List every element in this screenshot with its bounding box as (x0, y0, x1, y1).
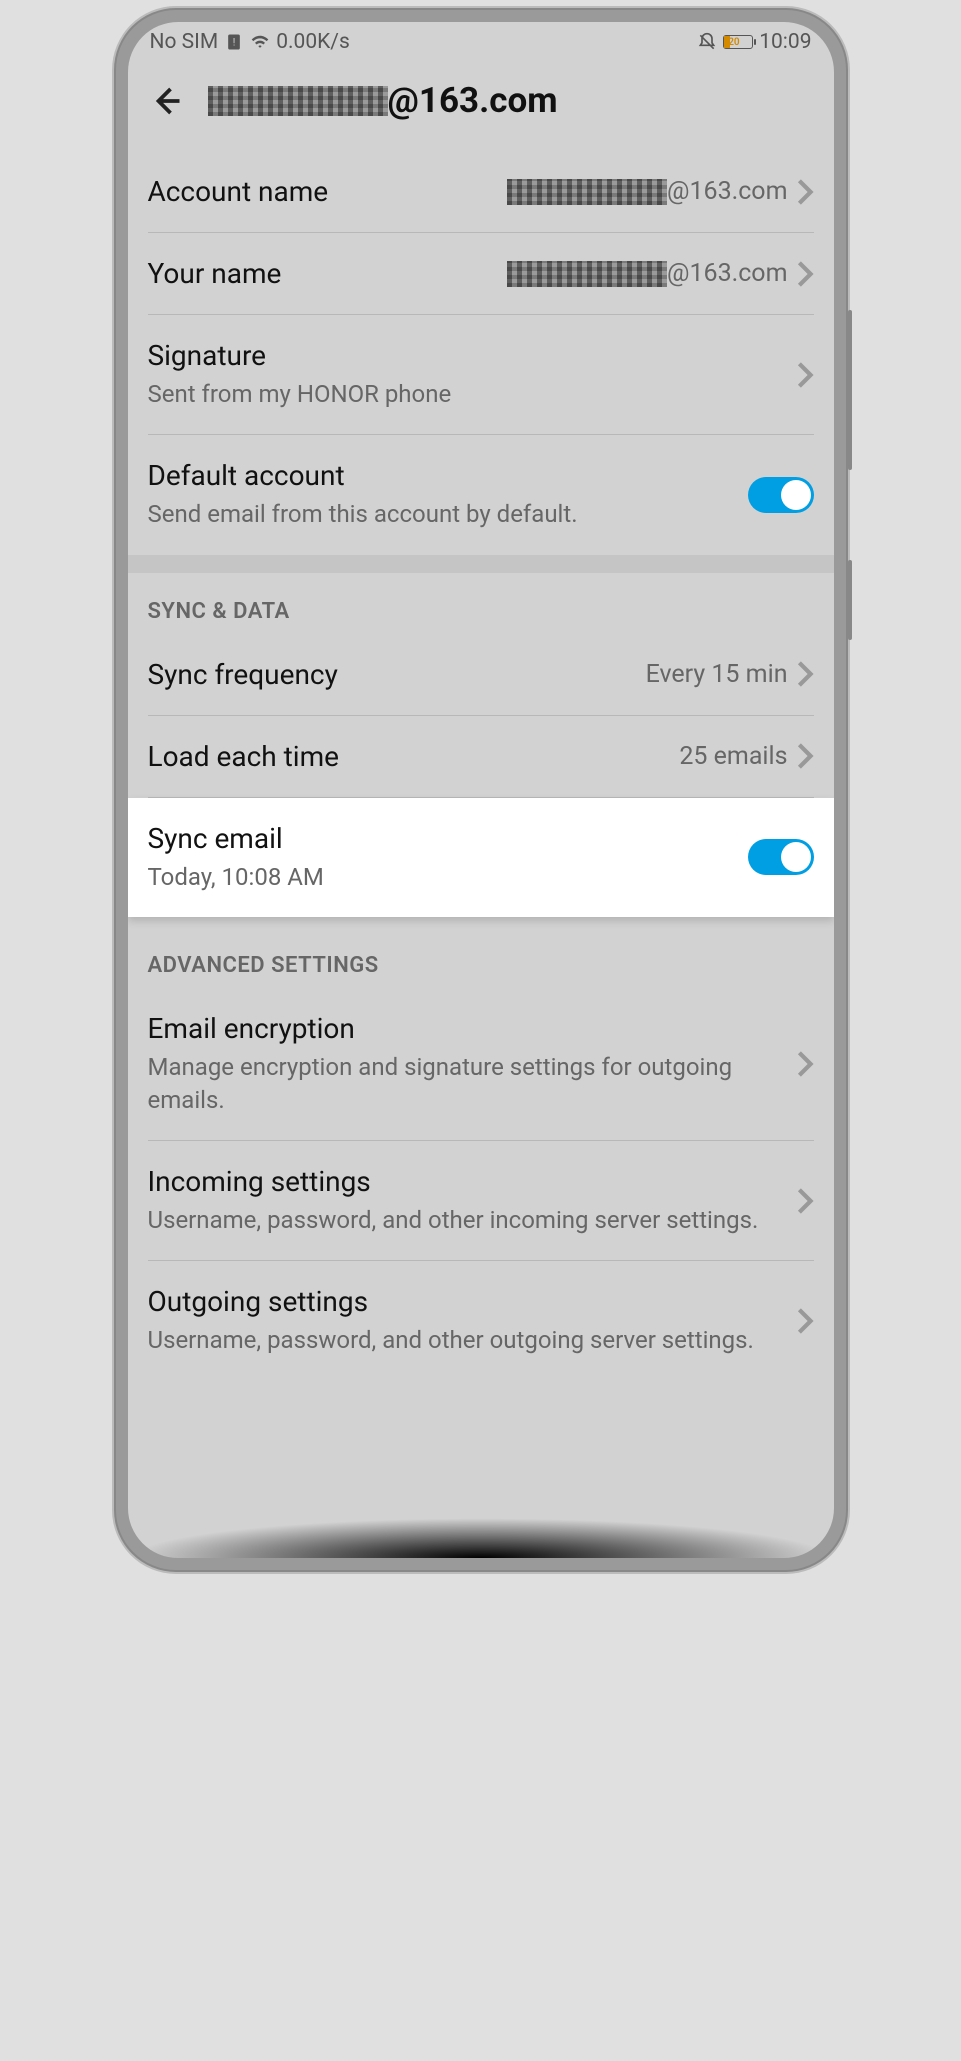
signature-value: Sent from my HONOR phone (148, 378, 796, 410)
sim-status: No SIM (150, 30, 219, 54)
sync-email-label: Sync email (148, 822, 748, 855)
battery-icon: 20 (723, 35, 753, 49)
sync-email-time: Today, 10:08 AM (148, 861, 748, 893)
account-name-label: Account name (148, 175, 508, 208)
chevron-right-icon (796, 178, 814, 206)
account-name-value: @163.com (507, 177, 787, 206)
incoming-settings-label: Incoming settings (148, 1165, 796, 1198)
load-each-time-value: 25 emails (679, 742, 787, 771)
redacted-text (208, 86, 388, 116)
sync-section-title: SYNC & DATA (128, 573, 834, 634)
chevron-right-icon (796, 260, 814, 288)
back-icon[interactable] (148, 83, 184, 119)
sync-email-highlight: Sync email Today, 10:08 AM (128, 798, 834, 917)
clock: 10:09 (759, 30, 811, 54)
your-name-value: @163.com (507, 259, 787, 288)
your-name-row[interactable]: Your name @163.com (148, 233, 814, 315)
wifi-icon (250, 32, 270, 52)
email-encryption-label: Email encryption (148, 1012, 796, 1045)
svg-text:!: ! (233, 37, 236, 48)
incoming-settings-sub: Username, password, and other incoming s… (148, 1204, 796, 1236)
sim-icon: ! (224, 32, 244, 52)
chevron-right-icon (796, 1187, 814, 1215)
account-name-row[interactable]: Account name @163.com (148, 151, 814, 233)
sync-frequency-row[interactable]: Sync frequency Every 15 min (148, 634, 814, 716)
chevron-right-icon (796, 1307, 814, 1335)
sync-email-row: Sync email Today, 10:08 AM (148, 798, 814, 917)
email-encryption-sub: Manage encryption and signature settings… (148, 1051, 796, 1116)
chevron-right-icon (796, 361, 814, 389)
your-name-label: Your name (148, 257, 508, 290)
chevron-right-icon (796, 742, 814, 770)
chevron-right-icon (796, 1050, 814, 1078)
load-each-time-row[interactable]: Load each time 25 emails (148, 716, 814, 798)
outgoing-settings-label: Outgoing settings (148, 1285, 796, 1318)
incoming-settings-row[interactable]: Incoming settings Username, password, an… (148, 1141, 814, 1261)
sync-frequency-label: Sync frequency (148, 658, 646, 691)
email-encryption-row[interactable]: Email encryption Manage encryption and s… (148, 988, 814, 1141)
advanced-section-title: ADVANCED SETTINGS (128, 927, 834, 988)
chevron-right-icon (796, 660, 814, 688)
section-divider (128, 555, 834, 573)
signature-label: Signature (148, 339, 796, 372)
sync-email-toggle[interactable] (748, 839, 814, 875)
status-bar: No SIM ! 0.00K/s 20 10:09 (128, 22, 834, 62)
header: @163.com (128, 62, 834, 151)
page-title: @163.com (208, 80, 558, 121)
load-each-time-label: Load each time (148, 740, 680, 773)
default-account-label: Default account (148, 459, 748, 492)
data-speed: 0.00K/s (276, 30, 350, 54)
spacer (128, 917, 834, 927)
signature-row[interactable]: Signature Sent from my HONOR phone (148, 315, 814, 435)
default-account-row: Default account Send email from this acc… (148, 435, 814, 554)
default-account-toggle[interactable] (748, 477, 814, 513)
outgoing-settings-sub: Username, password, and other outgoing s… (148, 1324, 796, 1356)
default-account-sub: Send email from this account by default. (148, 498, 748, 530)
mute-icon (697, 32, 717, 52)
outgoing-settings-row[interactable]: Outgoing settings Username, password, an… (148, 1261, 814, 1380)
sync-frequency-value: Every 15 min (646, 660, 788, 689)
